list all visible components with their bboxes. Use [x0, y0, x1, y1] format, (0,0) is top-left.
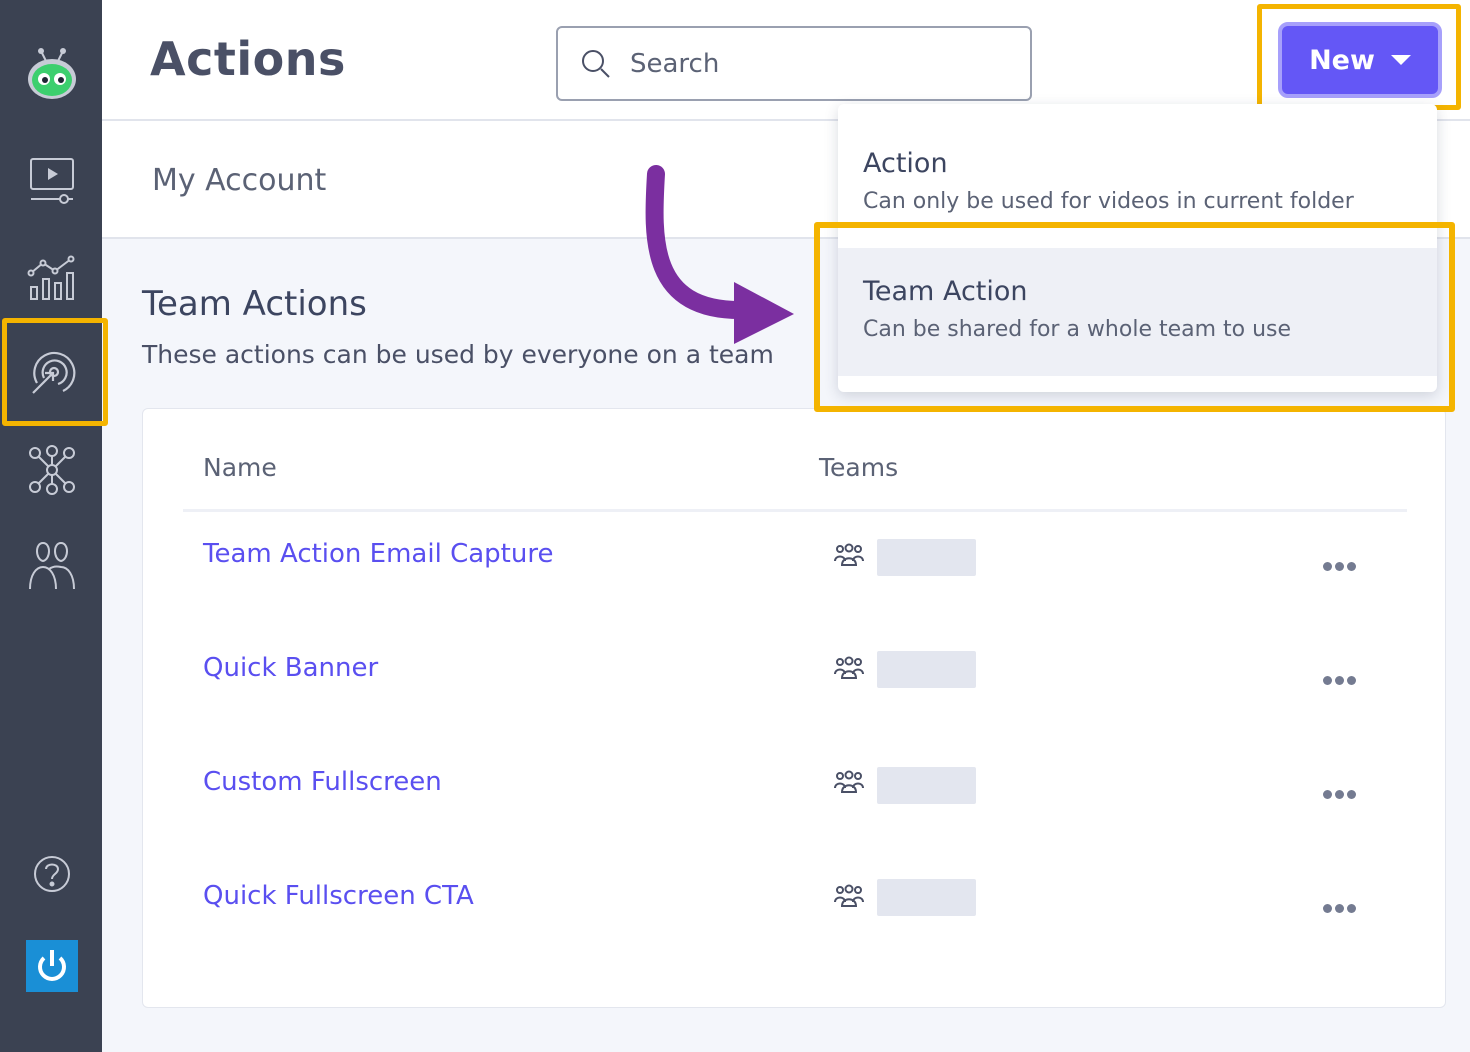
team-action-highlight	[814, 222, 1455, 412]
power-icon[interactable]	[26, 940, 78, 992]
sidebar-actions-highlight	[2, 318, 108, 426]
team-badge	[877, 767, 976, 804]
table-row-name[interactable]: Team Action Email Capture	[203, 539, 553, 569]
column-header-teams: Teams	[819, 453, 899, 482]
team-icon	[834, 543, 864, 566]
account-label[interactable]: My Account	[152, 163, 326, 198]
column-header-name: Name	[203, 453, 277, 482]
users-icon[interactable]	[26, 540, 78, 592]
caret-down-icon	[1390, 55, 1411, 65]
team-icon	[834, 770, 864, 793]
menu-item-title: Action	[863, 148, 948, 179]
page-title: Actions	[150, 32, 346, 86]
table-row-name[interactable]: Custom Fullscreen	[203, 767, 442, 797]
menu-item-description: Can only be used for videos in current f…	[863, 189, 1354, 214]
analytics-icon[interactable]	[26, 252, 78, 304]
team-icon	[834, 656, 864, 679]
search-box[interactable]	[556, 26, 1032, 101]
new-button-label: New	[1309, 44, 1375, 76]
team-badge	[877, 879, 976, 916]
new-button[interactable]: New	[1278, 22, 1442, 98]
video-icon[interactable]	[26, 154, 78, 206]
annotation-arrow	[645, 165, 794, 344]
team-badge	[877, 539, 976, 576]
help-icon[interactable]	[26, 848, 78, 900]
integrations-network-icon[interactable]	[26, 444, 78, 496]
search-icon	[582, 50, 610, 78]
search-input[interactable]	[630, 44, 1010, 84]
table-row-name[interactable]: Quick Fullscreen CTA	[203, 881, 474, 911]
sidebar	[0, 0, 102, 1052]
section-title: Team Actions	[142, 284, 367, 324]
team-icon	[834, 884, 864, 907]
team-badge	[877, 651, 976, 688]
actions-table: Name Teams Team Action Email Capture Qui…	[142, 408, 1446, 1008]
header-divider	[183, 509, 1407, 512]
more-options-icon[interactable]	[1323, 790, 1356, 799]
more-options-icon[interactable]	[1323, 676, 1356, 685]
more-options-icon[interactable]	[1323, 904, 1356, 913]
logo-robot-icon[interactable]	[26, 46, 78, 99]
more-options-icon[interactable]	[1323, 562, 1356, 571]
table-row-name[interactable]: Quick Banner	[203, 653, 378, 683]
